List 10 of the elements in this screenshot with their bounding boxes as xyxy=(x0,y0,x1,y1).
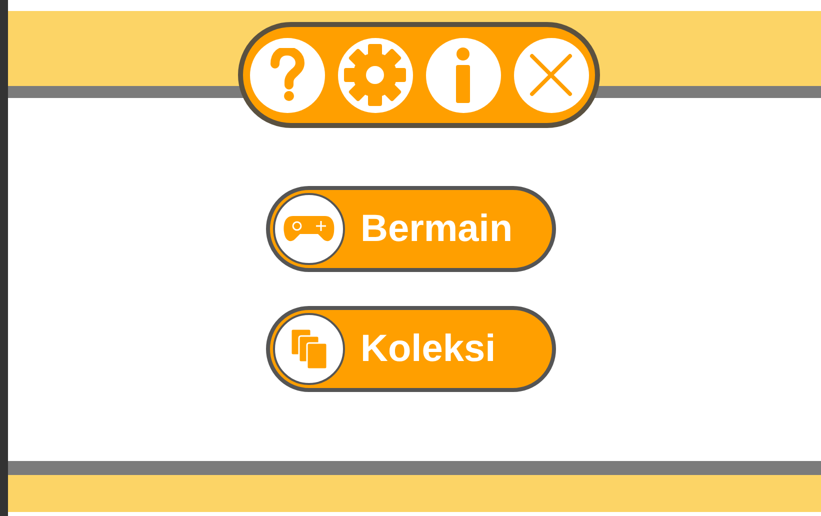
play-button[interactable]: Bermain xyxy=(266,186,556,272)
settings-icon xyxy=(344,44,406,106)
gamepad-icon xyxy=(282,214,334,244)
close-button[interactable] xyxy=(514,38,588,112)
help-button[interactable] xyxy=(250,38,324,112)
info-icon xyxy=(455,47,471,103)
close-icon xyxy=(529,53,573,97)
cards-icon xyxy=(288,327,328,371)
collection-button[interactable]: Koleksi xyxy=(266,306,556,392)
question-mark-icon xyxy=(269,48,305,102)
